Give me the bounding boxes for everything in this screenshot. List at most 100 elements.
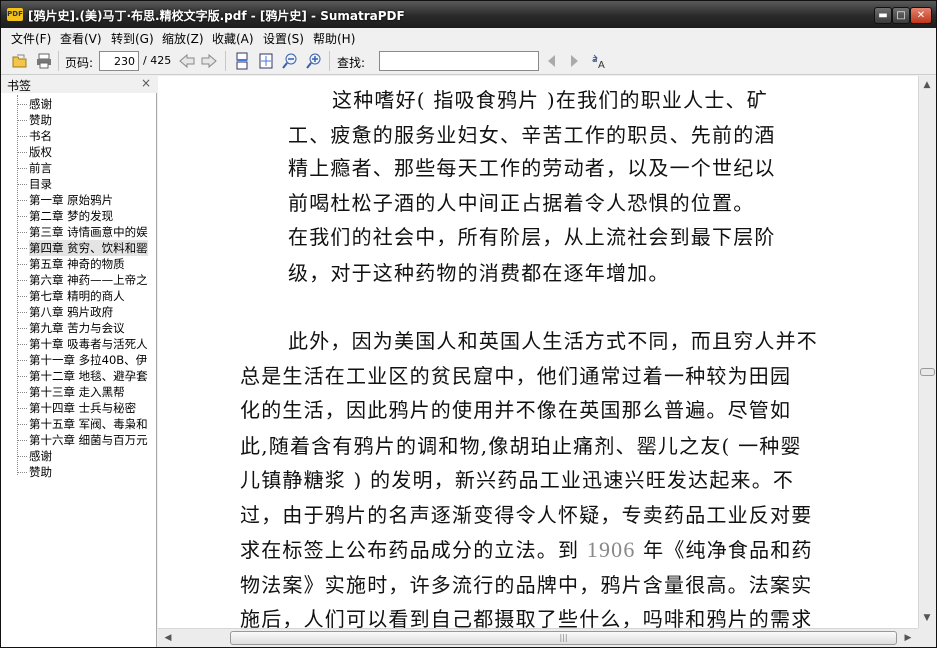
bookmarks-panel: 书签 × 感谢 赞助 书名 版权 前言 目录 第一章 原始鸦片 第二章 梦的发现 第三章 诗情画… — [1, 76, 157, 647]
text-segment: 年《纯净食品和药 — [635, 538, 813, 562]
tree-line — [17, 200, 27, 201]
tree-line — [17, 248, 27, 249]
tree-line — [17, 280, 27, 281]
tree-line — [17, 392, 27, 393]
menu-file[interactable]: 文件(F) — [11, 30, 51, 47]
bookmark-item[interactable]: 第十二章 地毯、避孕套 — [29, 368, 148, 384]
document-text-line: 级，对于这种药物的消费都在逐年增加。 — [288, 261, 670, 285]
find-previous-icon[interactable] — [543, 52, 561, 70]
tree-line — [17, 376, 27, 377]
bookmark-item[interactable]: 第十五章 军阀、毒枭和 — [29, 416, 148, 432]
maximize-button[interactable]: □ — [892, 7, 910, 24]
tree-line — [17, 456, 27, 457]
tree-line — [17, 344, 27, 345]
bookmark-item[interactable]: 感谢 — [29, 96, 52, 112]
sumatra-window: PDF [鸦片史].(美)马丁·布思.精校文字版.pdf - [鸦片史] - S… — [0, 0, 937, 648]
tree-line — [17, 184, 27, 185]
toolbar-separator — [329, 51, 330, 71]
bookmark-item[interactable]: 第四章 贫穷、饮料和罂 — [29, 240, 148, 256]
bookmarks-title: 书签 — [7, 79, 32, 93]
menu-zoom[interactable]: 缩放(Z) — [162, 30, 204, 47]
page-number-input[interactable] — [99, 51, 139, 71]
scroll-right-icon[interactable]: ▶ — [900, 630, 916, 646]
fit-page-icon[interactable] — [257, 52, 275, 70]
tree-line — [17, 264, 27, 265]
tree-line — [17, 408, 27, 409]
find-next-icon[interactable] — [565, 52, 583, 70]
tree-line — [17, 360, 27, 361]
bookmark-item[interactable]: 前言 — [29, 160, 52, 176]
menu-bar: 文件(F) 查看(V) 转到(G) 缩放(Z) 收藏(A) 设置(S) 帮助(H… — [1, 28, 936, 47]
document-text-line: 精上瘾者、那些每天工作的劳动者，以及一个世纪以 — [288, 156, 776, 180]
document-text-line: 物法案》实施时，许多流行的品牌中，鸦片含量很高。法案实 — [240, 573, 813, 597]
bookmark-item[interactable]: 第八章 鸦片政府 — [29, 304, 113, 320]
tree-line — [17, 296, 27, 297]
tree-line — [17, 472, 27, 473]
bookmark-item[interactable]: 第十四章 士兵与秘密 — [29, 400, 136, 416]
document-text-line: 工、疲惫的服务业妇女、辛苦工作的职员、先前的酒 — [288, 123, 776, 147]
bookmark-item[interactable]: 第六章 神药——上帝之 — [29, 272, 148, 288]
bookmark-item[interactable]: 赞助 — [29, 464, 52, 480]
document-text-line: 此,随着含有鸦片的调和物,像胡珀止痛剂、罂儿之友( 一种婴 — [240, 434, 802, 458]
bookmark-item[interactable]: 版权 — [29, 144, 52, 160]
match-case-icon[interactable]: aA — [591, 52, 609, 70]
horizontal-scrollbar[interactable]: ◀ ||| ▶ — [158, 628, 918, 647]
vertical-scroll-thumb[interactable] — [920, 368, 935, 376]
scroll-up-icon[interactable]: ▲ — [919, 77, 935, 93]
tree-line — [17, 232, 27, 233]
print-icon[interactable] — [35, 52, 53, 70]
bookmark-item[interactable]: 第三章 诗情画意中的娱 — [29, 224, 148, 240]
bookmark-item[interactable]: 第一章 原始鸦片 — [29, 192, 113, 208]
bookmark-item[interactable]: 赞助 — [29, 112, 52, 128]
tree-line — [17, 312, 27, 313]
menu-goto[interactable]: 转到(G) — [111, 30, 154, 47]
bookmark-item[interactable]: 第十章 吸毒者与活死人 — [29, 336, 148, 352]
document-text-line: 前喝杜松子酒的人中间正占据着令人恐惧的位置。 — [288, 191, 755, 215]
page-total: / 425 — [143, 54, 172, 67]
document-text-line: 在我们的社会中，所有阶层，从上流社会到最下层阶 — [288, 225, 776, 249]
text-segment: 求在标签上公布药品成分的立法。到 — [240, 538, 587, 562]
bookmark-item[interactable]: 第五章 神奇的物质 — [29, 256, 125, 272]
document-view[interactable]: 这种嗜好( 指吸食鸦片 )在我们的职业人士、矿工、疲惫的服务业妇女、辛苦工作的职… — [158, 76, 918, 628]
menu-help[interactable]: 帮助(H) — [313, 30, 355, 47]
bookmark-item[interactable]: 书名 — [29, 128, 52, 144]
bookmark-item[interactable]: 第十三章 走入黑帮 — [29, 384, 125, 400]
open-folder-icon[interactable] — [11, 52, 29, 70]
minimize-button[interactable]: ▬ — [874, 7, 892, 24]
horizontal-scroll-thumb[interactable]: ||| — [230, 631, 897, 645]
zoom-out-icon[interactable] — [281, 52, 299, 70]
zoom-in-icon[interactable] — [305, 52, 323, 70]
document-text-line: 施后，人们可以看到自己都摄取了些什么，吗啡和鸦片的需求 — [240, 607, 813, 628]
next-page-icon[interactable] — [200, 52, 218, 70]
bookmark-item[interactable]: 第九章 苦力与会议 — [29, 320, 125, 336]
year-number: 1906 — [586, 537, 636, 562]
title-bar[interactable]: PDF [鸦片史].(美)马丁·布思.精校文字版.pdf - [鸦片史] - S… — [1, 1, 936, 28]
continuous-layout-icon[interactable] — [233, 52, 251, 70]
bookmark-item[interactable]: 第十六章 细菌与百万元 — [29, 432, 148, 448]
bookmark-item[interactable]: 感谢 — [29, 448, 52, 464]
menu-view[interactable]: 查看(V) — [60, 30, 102, 47]
tree-line — [17, 136, 27, 137]
bookmark-item[interactable]: 第十一章 多拉40B、伊 — [29, 352, 147, 368]
scroll-left-icon[interactable]: ◀ — [160, 630, 176, 646]
menu-favorites[interactable]: 收藏(A) — [212, 30, 254, 47]
bookmark-item[interactable]: 第二章 梦的发现 — [29, 208, 113, 224]
close-window-button[interactable]: ✕ — [910, 7, 932, 24]
bookmark-item[interactable]: 第七章 精明的商人 — [29, 288, 125, 304]
toolbar-separator — [58, 51, 59, 71]
document-text-line: 化的生活，因此鸦片的使用并不像在英国那么普遍。尽管如 — [240, 398, 792, 422]
menu-settings[interactable]: 设置(S) — [263, 30, 304, 47]
vertical-scrollbar[interactable]: ▲ ▼ — [918, 76, 936, 628]
app-icon: PDF — [7, 8, 23, 21]
find-input[interactable] — [379, 51, 539, 71]
document-text-line: 这种嗜好( 指吸食鸦片 )在我们的职业人士、矿 — [332, 88, 768, 112]
document-text-line: 求在标签上公布药品成分的立法。到 1906 年《纯净食品和药 — [240, 534, 813, 563]
scroll-down-icon[interactable]: ▼ — [919, 610, 935, 626]
previous-page-icon[interactable] — [178, 52, 196, 70]
document-text-line: 此外，因为美国人和英国人生活方式不同，而且穷人并不 — [288, 329, 818, 353]
tree-line — [17, 120, 27, 121]
bookmark-item[interactable]: 目录 — [29, 176, 52, 192]
document-text-line: 总是生活在工业区的贫民窟中，他们通常过着一种较为田园 — [240, 364, 792, 388]
bookmark-tree[interactable]: 感谢 赞助 书名 版权 前言 目录 第一章 原始鸦片 第二章 梦的发现 第三章 诗情画意中的娱第… — [1, 95, 156, 645]
close-bookmarks-icon[interactable]: × — [141, 76, 151, 90]
